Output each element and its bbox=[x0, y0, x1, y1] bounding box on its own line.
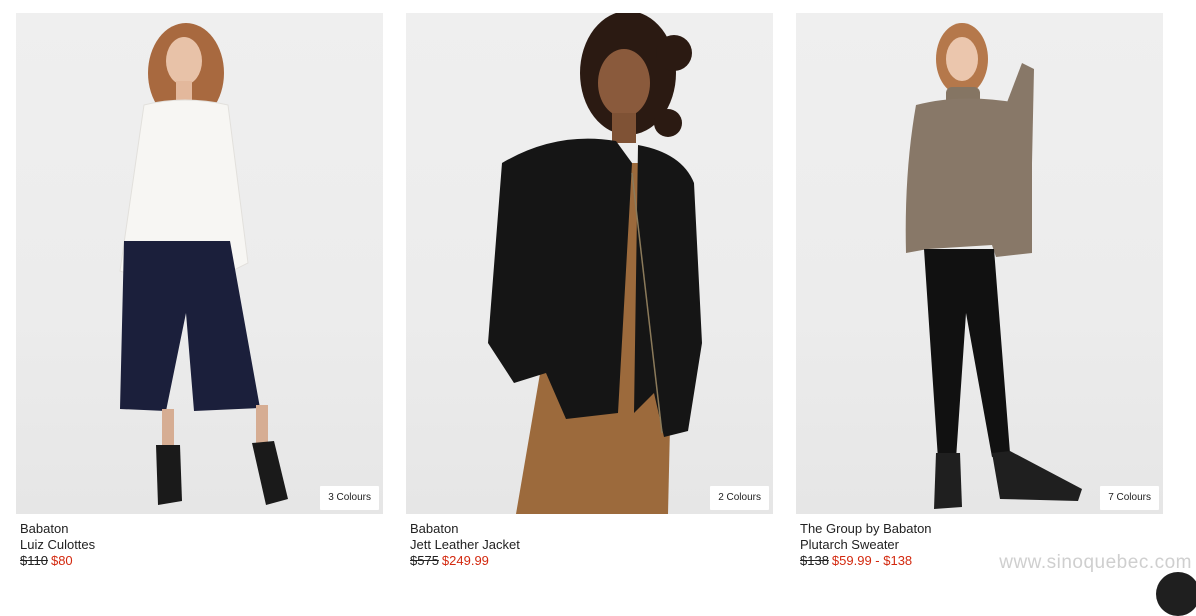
product-price: $110 $80 bbox=[20, 553, 383, 569]
product-info: Babaton Jett Leather Jacket $575 $249.99 bbox=[406, 514, 773, 569]
model-photo-illustration bbox=[119, 23, 288, 505]
original-price: $575 bbox=[410, 553, 439, 568]
colour-count-badge[interactable]: 2 Colours bbox=[710, 486, 769, 510]
model-photo-illustration bbox=[488, 13, 702, 514]
product-card-plutarch-sweater[interactable]: 7 Colours The Group by Babaton Plutarch … bbox=[796, 13, 1163, 569]
product-price: $575 $249.99 bbox=[410, 553, 773, 569]
product-card-jett-leather-jacket[interactable]: 2 Colours Babaton Jett Leather Jacket $5… bbox=[406, 13, 773, 569]
product-name[interactable]: Plutarch Sweater bbox=[800, 537, 1163, 553]
product-name[interactable]: Luiz Culottes bbox=[20, 537, 383, 553]
product-image[interactable]: 2 Colours bbox=[406, 13, 773, 514]
original-price: $110 bbox=[20, 553, 48, 568]
watermark: www.sinoquebec.com bbox=[999, 552, 1192, 573]
sale-price: $59.99 - $138 bbox=[831, 553, 913, 568]
product-name[interactable]: Jett Leather Jacket bbox=[410, 537, 773, 553]
product-card-luiz-culottes[interactable]: 3 Colours Babaton Luiz Culottes $110 $80 bbox=[16, 13, 383, 569]
sale-price: $249.99 bbox=[441, 553, 489, 568]
product-info: Babaton Luiz Culottes $110 $80 bbox=[16, 514, 383, 569]
colour-count-badge[interactable]: 7 Colours bbox=[1100, 486, 1159, 510]
sale-price: $80 bbox=[50, 553, 73, 568]
product-brand[interactable]: Babaton bbox=[20, 521, 383, 537]
product-brand[interactable]: The Group by Babaton bbox=[800, 521, 1163, 537]
model-photo-illustration bbox=[905, 23, 1082, 509]
product-image[interactable]: 3 Colours bbox=[16, 13, 383, 514]
original-price: $138 bbox=[800, 553, 829, 568]
product-image[interactable]: 7 Colours bbox=[796, 13, 1163, 514]
colour-count-badge[interactable]: 3 Colours bbox=[320, 486, 379, 510]
product-brand[interactable]: Babaton bbox=[410, 521, 773, 537]
